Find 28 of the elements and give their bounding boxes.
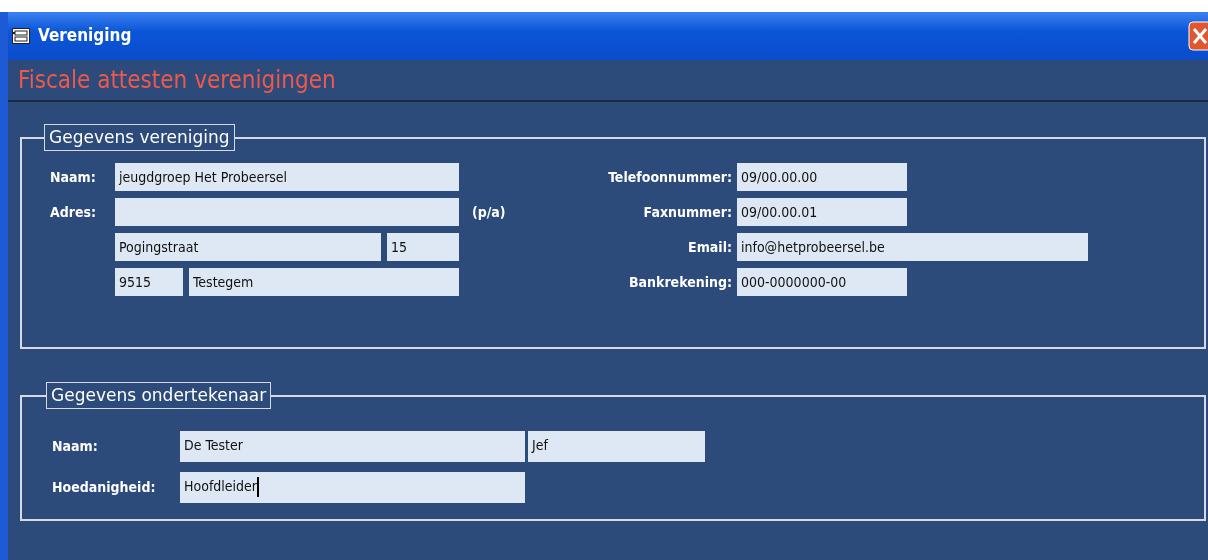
form-title: Fiscale attesten verenigingen [18, 65, 336, 96]
close-icon[interactable] [1188, 21, 1208, 51]
group-title: Gegevens vereniging [44, 124, 235, 152]
field-label: Adres: [50, 202, 98, 222]
input-field[interactable]: Hoofdleider [180, 472, 525, 504]
input-field[interactable]: Jef [528, 431, 705, 463]
field-label: Naam: [52, 437, 99, 457]
field-label: Email: [687, 237, 732, 257]
field-label: Bankrekening: [627, 272, 732, 292]
address-note: (p/a) [472, 202, 507, 222]
form-icon [12, 28, 30, 44]
input-field[interactable]: 9515 [115, 268, 183, 297]
field-label: Telefoonnummer: [607, 167, 732, 187]
input-field[interactable]: info@hetprobeersel.be [737, 233, 1088, 262]
field-label: Faxnummer: [642, 202, 732, 222]
input-field[interactable]: 09/00.00.01 [737, 198, 907, 227]
input-field[interactable]: De Tester [180, 431, 525, 463]
field-label: Hoedanigheid: [52, 478, 157, 498]
field-label: Naam: [50, 167, 97, 187]
input-field[interactable]: jeugdgroep Het Probeersel [115, 163, 459, 192]
input-field[interactable]: Testegem [189, 268, 459, 297]
input-field[interactable]: Pogingstraat [115, 233, 381, 262]
input-field[interactable]: 000-0000000-00 [737, 268, 907, 297]
input-field[interactable]: 09/00.00.00 [737, 163, 907, 192]
window-title: Vereniging [38, 24, 132, 48]
group-title: Gegevens ondertekenaar [46, 382, 272, 410]
input-field[interactable] [115, 198, 459, 227]
input-field[interactable]: 15 [387, 233, 459, 262]
